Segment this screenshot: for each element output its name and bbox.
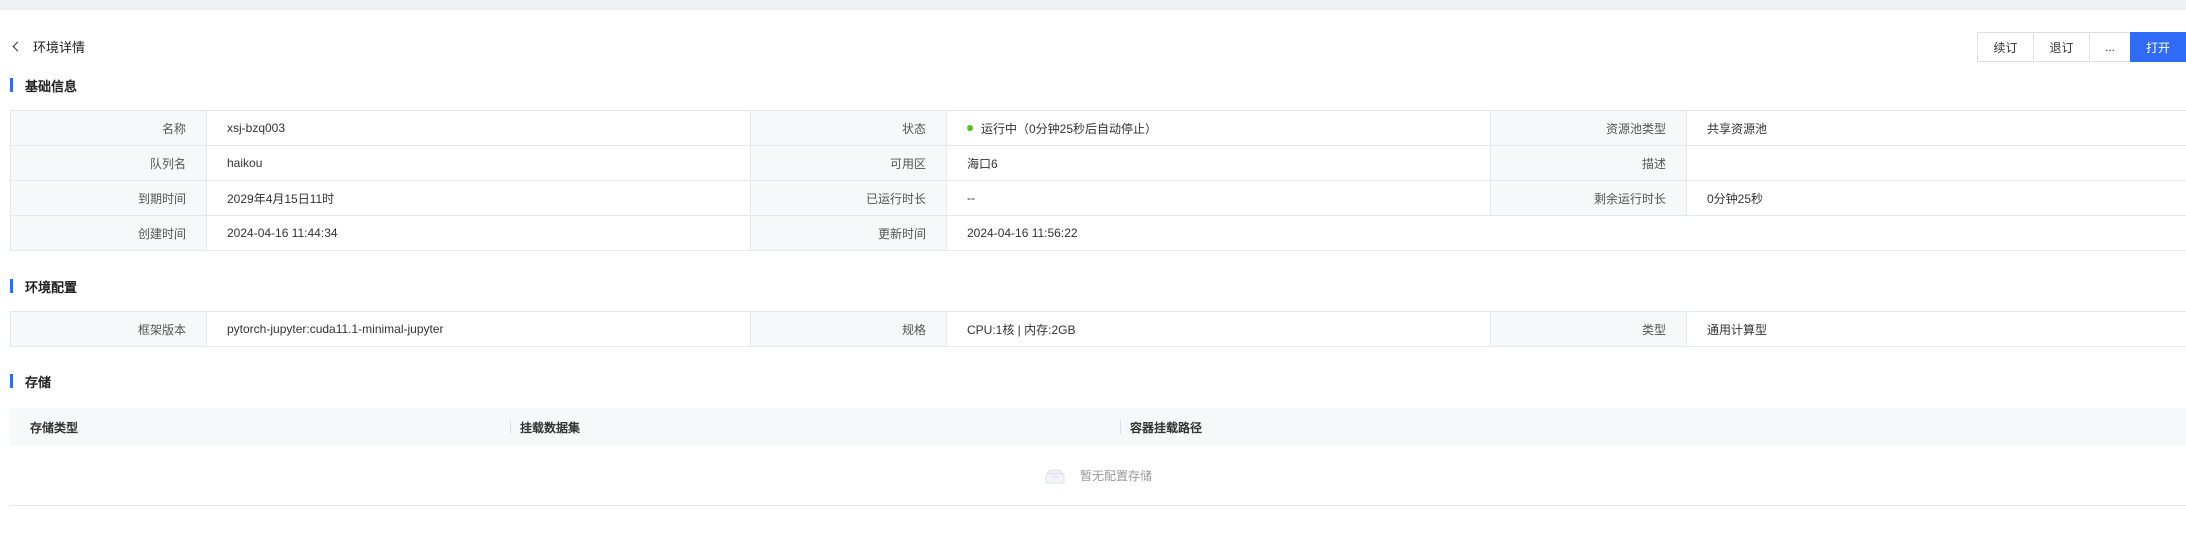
action-buttons: 续订 退订 ... 打开 — [1977, 32, 2186, 62]
section-marker — [10, 279, 13, 293]
label-pool-type: 资源池类型 — [1490, 110, 1687, 146]
label-framework: 框架版本 — [10, 311, 207, 347]
value-update-time: 2024-04-16 11:56:22 — [946, 215, 2186, 251]
open-button[interactable]: 打开 — [2130, 32, 2186, 62]
label-remaining-duration: 剩余运行时长 — [1490, 180, 1687, 216]
renew-button[interactable]: 续订 — [1977, 32, 2034, 62]
section-storage: 存储 — [10, 372, 51, 390]
label-run-duration: 已运行时长 — [750, 180, 947, 216]
value-remaining-duration: 0分钟25秒 — [1686, 180, 2186, 216]
status-running-icon — [967, 125, 973, 132]
table-row: 创建时间 2024-04-16 11:44:34 更新时间 2024-04-16… — [10, 215, 2186, 251]
value-type: 通用计算型 — [1686, 311, 2186, 347]
column-label: 挂载数据集 — [520, 420, 581, 435]
storage-empty-state: 暂无配置存储 — [10, 446, 2186, 506]
label-queue: 队列名 — [10, 145, 207, 181]
top-bar — [0, 0, 2186, 10]
empty-box-icon — [1045, 469, 1065, 483]
column-label: 存储类型 — [30, 420, 79, 435]
label-name: 名称 — [10, 110, 207, 146]
label-status: 状态 — [750, 110, 947, 146]
value-framework: pytorch-jupyter:cuda11.1-minimal-jupyter — [206, 311, 751, 347]
label-create-time: 创建时间 — [10, 215, 207, 251]
label-type: 类型 — [1490, 311, 1687, 347]
column-label: 容器挂载路径 — [1130, 420, 1203, 435]
column-storage-type: 存储类型 — [10, 408, 510, 446]
basic-info-table: 名称 xsj-bzq003 状态 运行中（0分钟25秒后自动停止） 资源池类型 … — [10, 110, 2186, 251]
unsubscribe-button[interactable]: 退订 — [2033, 32, 2090, 62]
page-header: 环境详情 续订 退订 ... 打开 — [0, 30, 2186, 64]
label-zone: 可用区 — [750, 145, 947, 181]
value-create-time: 2024-04-16 11:44:34 — [206, 215, 751, 251]
value-status: 运行中（0分钟25秒后自动停止） — [946, 110, 1491, 146]
section-marker — [10, 374, 13, 388]
storage-empty-text: 暂无配置存储 — [1079, 469, 1152, 483]
label-description: 描述 — [1490, 145, 1687, 181]
section-marker — [10, 78, 13, 92]
value-run-duration: -- — [946, 180, 1491, 216]
value-description — [1686, 145, 2186, 181]
value-pool-type: 共享资源池 — [1686, 110, 2186, 146]
column-mount-path: 容器挂载路径 — [1120, 408, 2186, 446]
status-text: 运行中（0分钟25秒后自动停止） — [981, 121, 1158, 136]
table-row: 队列名 haikou 可用区 海口6 描述 — [10, 145, 2186, 181]
table-row: 到期时间 2029年4月15日11时 已运行时长 -- 剩余运行时长 0分钟25… — [10, 180, 2186, 216]
label-expire-time: 到期时间 — [10, 180, 207, 216]
label-spec: 规格 — [750, 311, 947, 347]
section-basic-info: 基础信息 — [10, 76, 77, 94]
section-env-config: 环境配置 — [10, 277, 77, 295]
section-env-config-title: 环境配置 — [25, 279, 78, 295]
label-update-time: 更新时间 — [750, 215, 947, 251]
column-divider — [1120, 420, 1121, 434]
section-basic-info-title: 基础信息 — [25, 78, 78, 94]
value-expire-time: 2029年4月15日11时 — [206, 180, 751, 216]
column-divider — [510, 420, 511, 434]
table-row: 名称 xsj-bzq003 状态 运行中（0分钟25秒后自动停止） 资源池类型 … — [10, 110, 2186, 146]
storage-table-header: 存储类型 挂载数据集 容器挂载路径 — [10, 408, 2186, 446]
more-button[interactable]: ... — [2089, 32, 2131, 62]
section-storage-title: 存储 — [25, 374, 52, 390]
value-name: xsj-bzq003 — [206, 110, 751, 146]
table-row: 框架版本 pytorch-jupyter:cuda11.1-minimal-ju… — [10, 311, 2186, 347]
env-config-table: 框架版本 pytorch-jupyter:cuda11.1-minimal-ju… — [10, 311, 2186, 347]
column-mounted-dataset: 挂载数据集 — [510, 408, 1120, 446]
value-spec: CPU:1核 | 内存:2GB — [946, 311, 1491, 347]
chevron-left-icon — [12, 41, 23, 51]
value-queue: haikou — [206, 145, 751, 181]
back-button[interactable]: 环境详情 — [10, 36, 85, 56]
value-zone: 海口6 — [946, 145, 1491, 181]
page-title: 环境详情 — [33, 39, 86, 55]
